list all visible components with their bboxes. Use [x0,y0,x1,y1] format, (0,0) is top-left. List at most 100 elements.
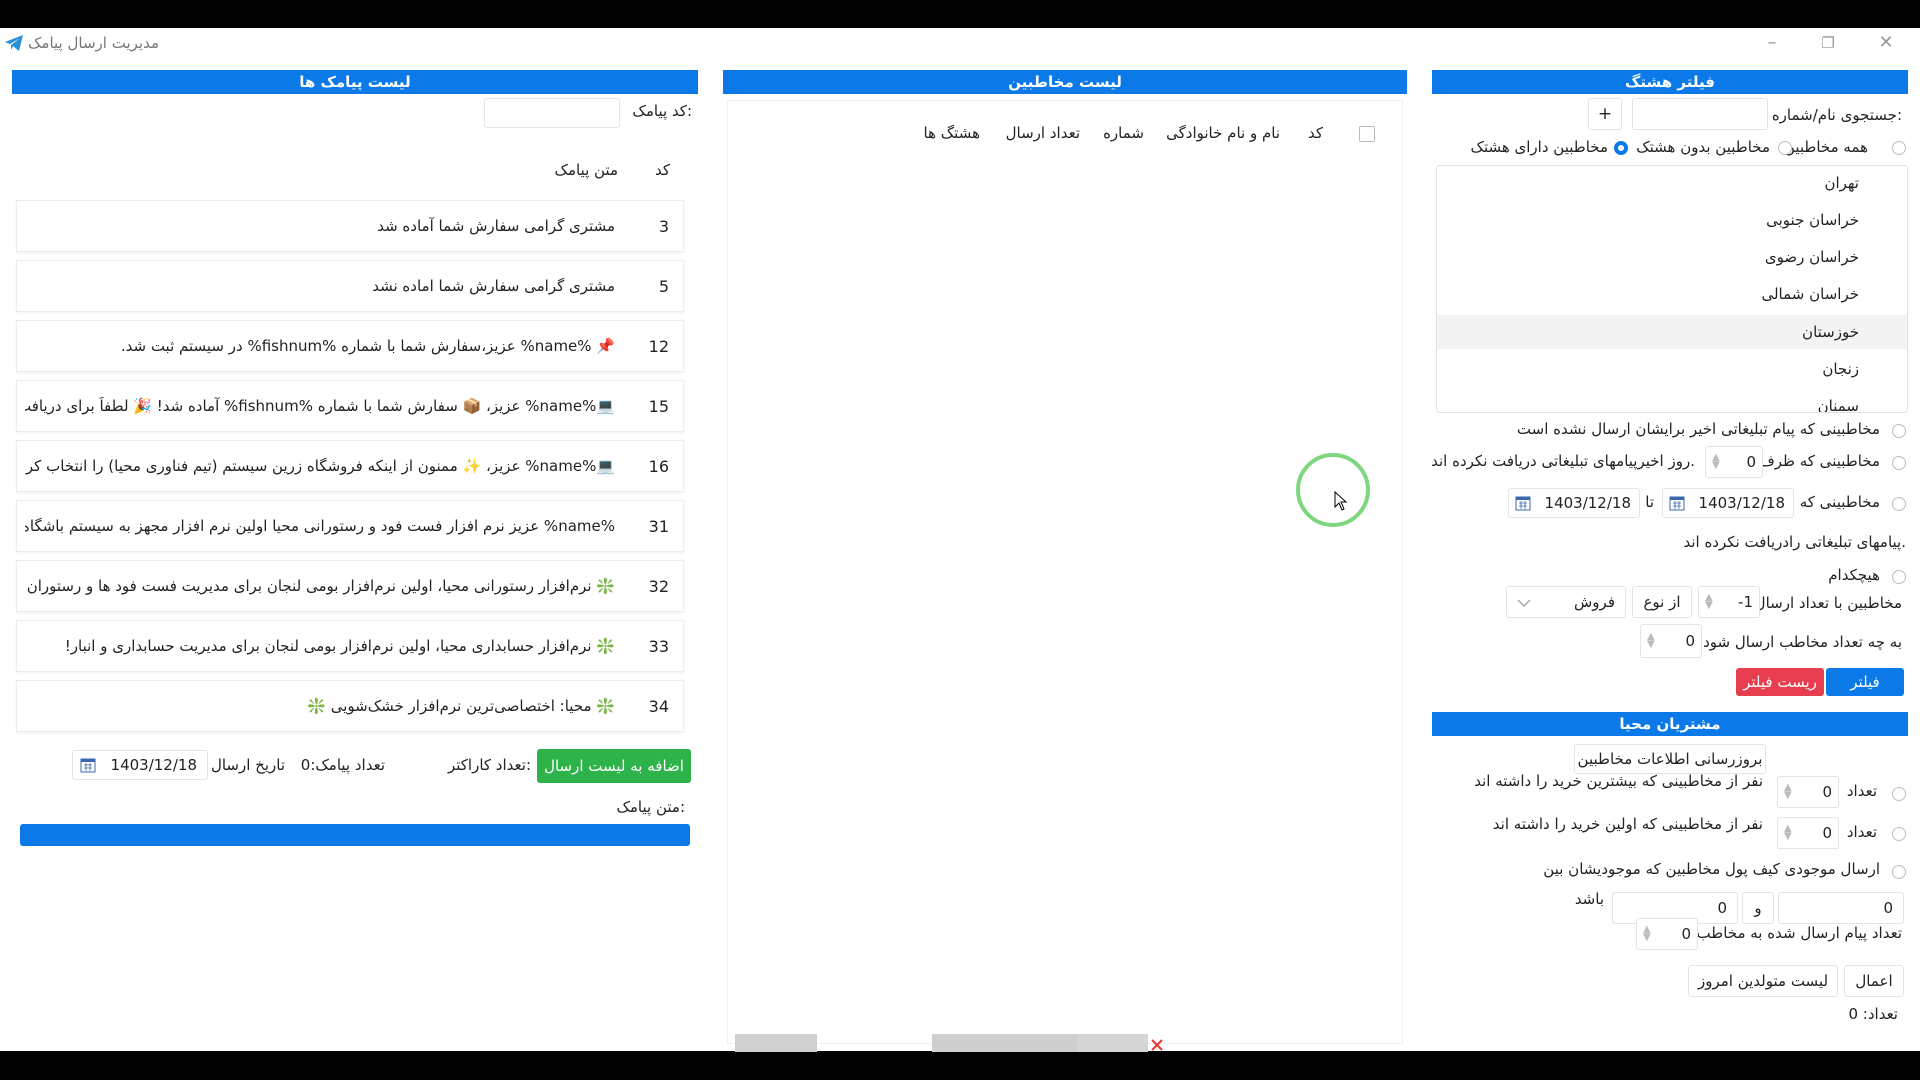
opt3-label-b: پیامهای تبلیغاتی رادریافت نکرده اند. [1683,533,1906,551]
date-to-picker[interactable]: 1403/12/18 [1508,488,1640,518]
to-label: تا [1645,493,1654,511]
send-to-label: به چه تعداد مخاطب ارسال شود [1703,633,1902,651]
telegram-plane-icon [5,35,23,51]
contacts-col-hashtags: هشتگ ها [923,124,981,142]
sms-row[interactable]: 16 💻%name% عزیز، ✨ ممنون از اینکه فروشگا… [16,440,684,492]
opt3-label-a: مخاطبینی که از [1783,493,1880,511]
reset-filter-button[interactable]: ریست فیلتر [1736,668,1824,696]
contacts-col-send-count: تعداد ارسال [1005,124,1080,142]
date-from-picker[interactable]: 1403/12/18 [1662,488,1794,518]
radio-none-option[interactable] [1892,570,1906,584]
customers-panel-header: مشتریان محیا [1432,712,1908,736]
date-from-value: 1403/12/18 [1698,494,1785,512]
sms-row[interactable]: 32 ❇️ نرم‌افزار رستورانی محیا، اولین نرم… [16,560,684,612]
send-to-stepper[interactable]: ▲ ▼ 0 [1640,624,1702,658]
chevron-down-icon[interactable] [1517,599,1531,607]
send-count-label: مخاطبین با تعداد ارسال [1754,594,1902,612]
update-contacts-button[interactable]: بروزرسانی اطلاعات مخاطبین [1574,744,1766,774]
of-type-label: از نوع [1632,586,1692,618]
opt1-label: مخاطبینی که پیام تبلیغاتی اخیر برایشان ا… [1516,420,1880,438]
radio-first-buyers[interactable] [1892,827,1906,841]
sms-row[interactable]: 33 ❇️ نرم‌افزار حسابداری محیا، اولین نرم… [16,620,684,672]
sms-code-input[interactable] [484,98,620,128]
radio-none-label: مخاطبین بدون هشتک [1636,138,1770,156]
app-window: مدیریت ارسال پیامک – ❐ ✕ لیست پیامک ها ک… [0,28,1920,1051]
wallet-text: ارسال موجودی کیف پول مخاطبین که موجودیشا… [1543,860,1880,878]
list-item[interactable]: خراسان رضوی [1437,240,1907,274]
days-stepper[interactable]: ▲ ▼ 0 [1705,446,1763,478]
list-item[interactable]: خراسان شمالی [1437,277,1907,311]
top-buyers-stepper[interactable]: ▲ ▼ 0 [1777,776,1839,808]
list-item[interactable]: زنجان [1437,352,1907,386]
overlay-close-icon[interactable] [1150,1038,1164,1052]
and-label: و [1742,892,1774,924]
radio-without-hashtag[interactable] [1778,141,1792,155]
add-hashtag-button[interactable]: + [1588,98,1622,130]
send-date-picker[interactable]: 1403/12/18 [72,750,208,780]
province-list[interactable]: تهران خراسان جنوبی خراسان رضوی خراسان شم… [1436,165,1908,413]
apply-button[interactable]: اعمال [1844,965,1904,997]
minimize-icon[interactable]: – [1752,30,1792,56]
radio-with-label: مخاطبین دارای هشتک [1470,138,1608,156]
radio-top-buyers[interactable] [1892,787,1906,801]
opt2-label-b: روز اخیرپیامهای تبلیغاتی دریافت نکرده ان… [1431,452,1695,470]
list-item[interactable]: تهران [1437,166,1907,200]
be-label: باشد [1574,890,1604,908]
radio-with-hashtag[interactable] [1614,141,1628,155]
sms-row[interactable]: 34 ❇️ محیا: اختصاصی‌ترین نرم‌افزار خشک‌ش… [16,680,684,732]
char-count-label: تعداد کاراکتر: [447,756,531,774]
first-count-label: تعداد [1846,823,1877,841]
send-date-value: 1403/12/18 [110,756,197,774]
restore-icon[interactable]: ❐ [1808,30,1848,56]
cursor-highlight [1296,453,1370,527]
top-buyers-text: نفر از مخاطبینی که بیشترین خرید را داشته… [1474,772,1763,790]
overlay-toolbar-right [1078,1034,1148,1052]
sms-row[interactable]: 3 مشتری گرامی سفارش شما آماده شد [16,200,684,252]
filter-panel-header: فیلتر هشتگ [1432,70,1908,94]
top-count-label: تعداد [1846,782,1877,800]
filter-button[interactable]: فیلتر [1826,668,1904,696]
sms-row[interactable]: 15 💻%name% عزیز، 📦 سفارش شما با شماره %f… [16,380,684,432]
contacts-list[interactable] [727,100,1403,1044]
radio-within-days[interactable] [1892,456,1906,470]
sms-panel-header: لیست پیامک ها [12,70,698,94]
calendar-icon[interactable] [1515,495,1531,511]
close-icon[interactable]: ✕ [1866,30,1906,56]
calendar-icon[interactable] [80,757,96,773]
sent-count-label: تعداد پیام ارسال شده به مخاطب [1696,924,1902,942]
contacts-col-code: کد [1307,124,1323,142]
radio-wallet[interactable] [1892,865,1906,879]
window-title: مدیریت ارسال پیامک [28,34,159,52]
sms-row[interactable]: 12 📌 %name% عزیز،سفارش شما با شماره %fis… [16,320,684,372]
contacts-col-phone: شماره [1103,124,1144,142]
sent-count-stepper[interactable]: ▲ ▼ 0 [1636,918,1698,950]
sms-text-progress-bar [20,824,690,846]
radio-date-range[interactable] [1892,497,1906,511]
wallet-min-input[interactable]: 0 [1778,892,1904,924]
sms-code-label: کد پیامک: [632,102,692,120]
first-buyers-text: نفر از مخاطبینی که اولین خرید را داشته ا… [1492,815,1763,833]
sms-col-code: کد [654,161,670,179]
radio-recent-not-sent[interactable] [1892,424,1906,438]
birthday-list-button[interactable]: لیست متولدین امروز [1688,965,1838,997]
radio-all-contacts[interactable] [1892,141,1906,155]
mouse-pointer-icon [1334,491,1348,511]
sms-text-label: متن پیامک: [616,798,685,816]
list-item[interactable]: خوزستان [1437,315,1907,349]
search-input[interactable] [1632,98,1768,130]
send-date-label: تاریخ ارسال [210,756,285,774]
type-select[interactable]: فروش [1506,586,1626,618]
sms-row[interactable]: 31 %name% عزیز نرم افزار فست فود و رستور… [16,500,684,552]
send-count-stepper[interactable]: ▲ ▼ -1 [1698,586,1760,618]
contacts-col-name: نام و نام خانوادگی [1166,124,1280,142]
add-to-send-list-button[interactable]: اضافه به لیست ارسال [537,749,691,783]
overlay-toolbar-mid [932,1034,1078,1052]
first-buyers-stepper[interactable]: ▲ ▼ 0 [1777,817,1839,849]
calendar-icon[interactable] [1669,495,1685,511]
sms-row[interactable]: 5 مشتری گرامی سفارش شما اماده نشد [16,260,684,312]
sms-count-label: تعداد پیامک:0 [300,756,385,774]
list-item[interactable]: خراسان جنوبی [1437,203,1907,237]
select-all-checkbox[interactable] [1359,126,1375,142]
type-select-value: فروش [1573,593,1615,611]
list-item[interactable]: سمنان [1437,389,1907,412]
